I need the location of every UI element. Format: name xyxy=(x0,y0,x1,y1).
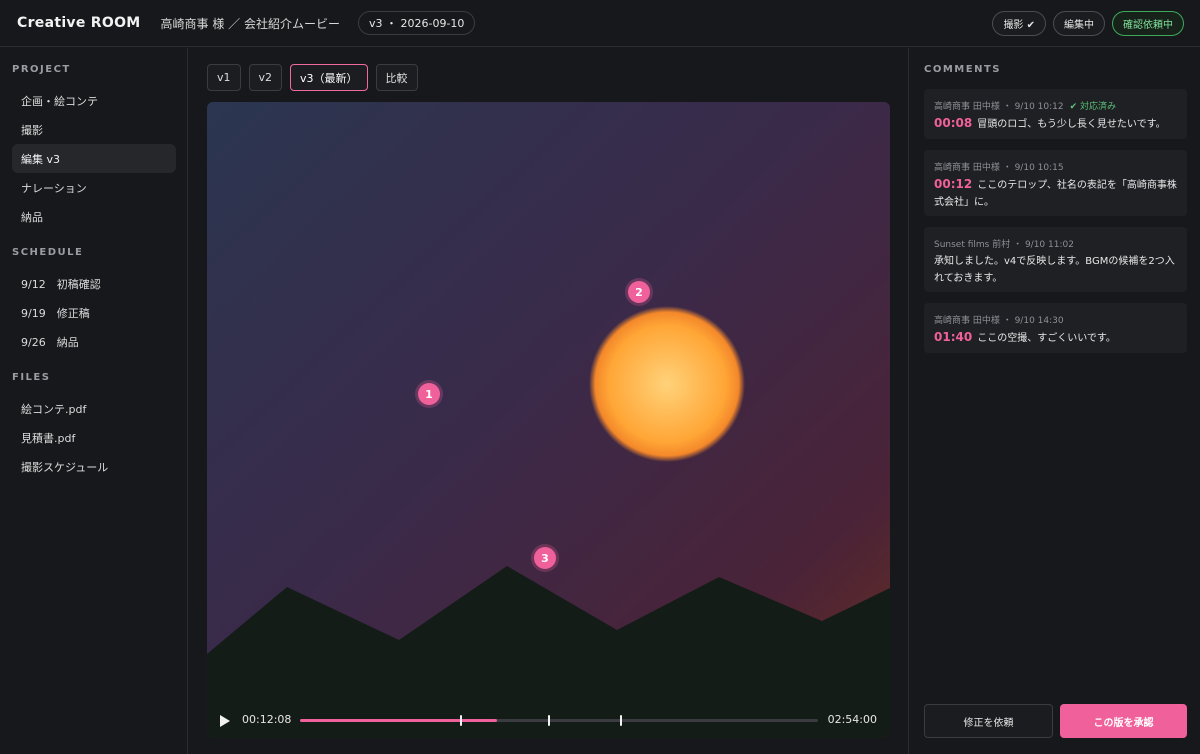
comment-tick-2[interactable] xyxy=(547,715,550,726)
comment-meta: 高崎商事 田中様 ・ 9/10 10:15 xyxy=(934,160,1177,173)
sidebar-item-planning[interactable]: 企画・絵コンテ xyxy=(12,86,176,115)
progress-bar[interactable] xyxy=(300,715,818,726)
comment-tick-3[interactable] xyxy=(620,715,623,726)
comment-text: 承知しました。v4で反映します。BGMの候補を2つ入れておきます。 xyxy=(934,256,1175,284)
schedule-item-delivery[interactable]: 9/26 納品 xyxy=(12,327,176,356)
comment-author: 高崎商事 田中様 ・ 9/10 14:30 xyxy=(934,316,1064,326)
comment-meta: Sunset films 前村 ・ 9/10 11:02 xyxy=(934,237,1177,250)
main-content: v1 v2 v3（最新） 比較 1 2 3 00:12:08 02:54:00 xyxy=(189,48,908,754)
comment-card[interactable]: Sunset films 前村 ・ 9/10 11:02 承知しました。v4で反… xyxy=(924,227,1187,292)
schedule-item-first-review[interactable]: 9/12 初稿確認 xyxy=(12,269,176,298)
breadcrumb: 高崎商事 様 ／ 会社紹介ムービー xyxy=(160,16,340,31)
comments-panel: COMMENTS 高崎商事 田中様 ・ 9/10 10:12 ✔ 対応済み 00:… xyxy=(908,48,1200,754)
section-title-schedule: SCHEDULE xyxy=(12,247,84,258)
play-icon[interactable] xyxy=(220,715,230,727)
tab-v2[interactable]: v2 xyxy=(248,64,283,91)
comment-body: 承知しました。v4で反映します。BGMの候補を2つ入れておきます。 xyxy=(934,253,1177,287)
tab-v3-latest[interactable]: v3（最新） xyxy=(290,64,368,91)
comment-meta: 高崎商事 田中様 ・ 9/10 10:12 ✔ 対応済み xyxy=(934,99,1177,112)
player-controls: 00:12:08 02:54:00 xyxy=(207,702,890,738)
comment-timestamp[interactable]: 00:08 xyxy=(934,116,972,130)
progress-fill xyxy=(300,719,497,722)
comment-text: 冒頭のロゴ、もう少し長く見せたいです。 xyxy=(977,119,1166,130)
comment-card[interactable]: 高崎商事 田中様 ・ 9/10 10:15 00:12 ここのテロップ、社名の表記… xyxy=(924,150,1187,216)
comment-author: 高崎商事 田中様 ・ 9/10 10:12 xyxy=(934,102,1064,112)
comment-marker-3[interactable]: 3 xyxy=(534,547,556,569)
tab-v1[interactable]: v1 xyxy=(207,64,241,91)
comment-text: ここの空撮、すごくいいです。 xyxy=(977,333,1116,344)
comment-meta: 高崎商事 田中様 ・ 9/10 14:30 xyxy=(934,313,1177,326)
comment-tick-1[interactable] xyxy=(459,715,462,726)
approve-version-button[interactable]: この版を承認 xyxy=(1060,704,1187,738)
comment-card[interactable]: 高崎商事 田中様 ・ 9/10 10:12 ✔ 対応済み 00:08 冒頭のロゴ、も… xyxy=(924,89,1187,139)
comment-author: 高崎商事 田中様 ・ 9/10 10:15 xyxy=(934,163,1064,173)
resolved-badge: ✔ 対応済み xyxy=(1069,102,1116,112)
app-logo[interactable]: Creative ROOM xyxy=(17,15,141,31)
comment-timestamp[interactable]: 00:12 xyxy=(934,177,972,191)
video-frame xyxy=(207,102,890,738)
sidebar: PROJECT 企画・絵コンテ 撮影 編集 v3 ナレーション 納品 SCHED… xyxy=(0,48,188,754)
comment-marker-2[interactable]: 2 xyxy=(628,281,650,303)
comment-body: 00:12 ここのテロップ、社名の表記を「高崎商事株式会社」に。 xyxy=(934,176,1177,211)
comment-timestamp[interactable]: 01:40 xyxy=(934,330,972,344)
sidebar-item-delivery[interactable]: 納品 xyxy=(12,202,176,231)
current-time: 00:12:08 xyxy=(242,713,292,726)
total-time: 02:54:00 xyxy=(827,713,877,726)
comment-card[interactable]: 高崎商事 田中様 ・ 9/10 14:30 01:40 ここの空撮、すごくいいです… xyxy=(924,303,1187,353)
request-changes-button[interactable]: 修正を依頼 xyxy=(924,704,1053,738)
top-bar: Creative ROOM 高崎商事 様 ／ 会社紹介ムービー v3 ・ 202… xyxy=(0,0,1200,47)
sidebar-item-narration[interactable]: ナレーション xyxy=(12,173,176,202)
status-badge-editing[interactable]: 編集中 xyxy=(1053,11,1105,36)
file-item-storyboard[interactable]: 絵コンテ.pdf xyxy=(12,394,176,423)
section-title-project: PROJECT xyxy=(12,64,71,75)
comment-body: 00:08 冒頭のロゴ、もう少し長く見せたいです。 xyxy=(934,115,1177,133)
sun-shape xyxy=(589,306,745,462)
file-item-estimate[interactable]: 見積書.pdf xyxy=(12,423,176,452)
status-badge-review[interactable]: 確認依頼中 xyxy=(1112,11,1184,36)
sidebar-item-editing[interactable]: 編集 v3 xyxy=(12,144,176,173)
status-badge-shooting[interactable]: 撮影 ✔ xyxy=(992,11,1046,36)
status-bar: 撮影 ✔ 編集中 確認依頼中 xyxy=(992,11,1184,36)
schedule-item-revision[interactable]: 9/19 修正稿 xyxy=(12,298,176,327)
video-player[interactable]: 1 2 3 00:12:08 02:54:00 xyxy=(207,102,890,738)
version-badge[interactable]: v3 ・ 2026-09-10 xyxy=(357,11,476,35)
comment-marker-1[interactable]: 1 xyxy=(418,383,440,405)
section-title-files: FILES xyxy=(12,372,51,383)
comments-title: COMMENTS xyxy=(924,64,1001,75)
file-item-shooting-schedule[interactable]: 撮影スケジュール xyxy=(12,452,176,481)
version-tabs: v1 v2 v3（最新） 比較 xyxy=(207,64,418,91)
comment-author: Sunset films 前村 ・ 9/10 11:02 xyxy=(934,240,1074,250)
comment-body: 01:40 ここの空撮、すごくいいです。 xyxy=(934,329,1177,347)
sidebar-item-shooting[interactable]: 撮影 xyxy=(12,115,176,144)
tab-compare[interactable]: 比較 xyxy=(375,64,418,91)
